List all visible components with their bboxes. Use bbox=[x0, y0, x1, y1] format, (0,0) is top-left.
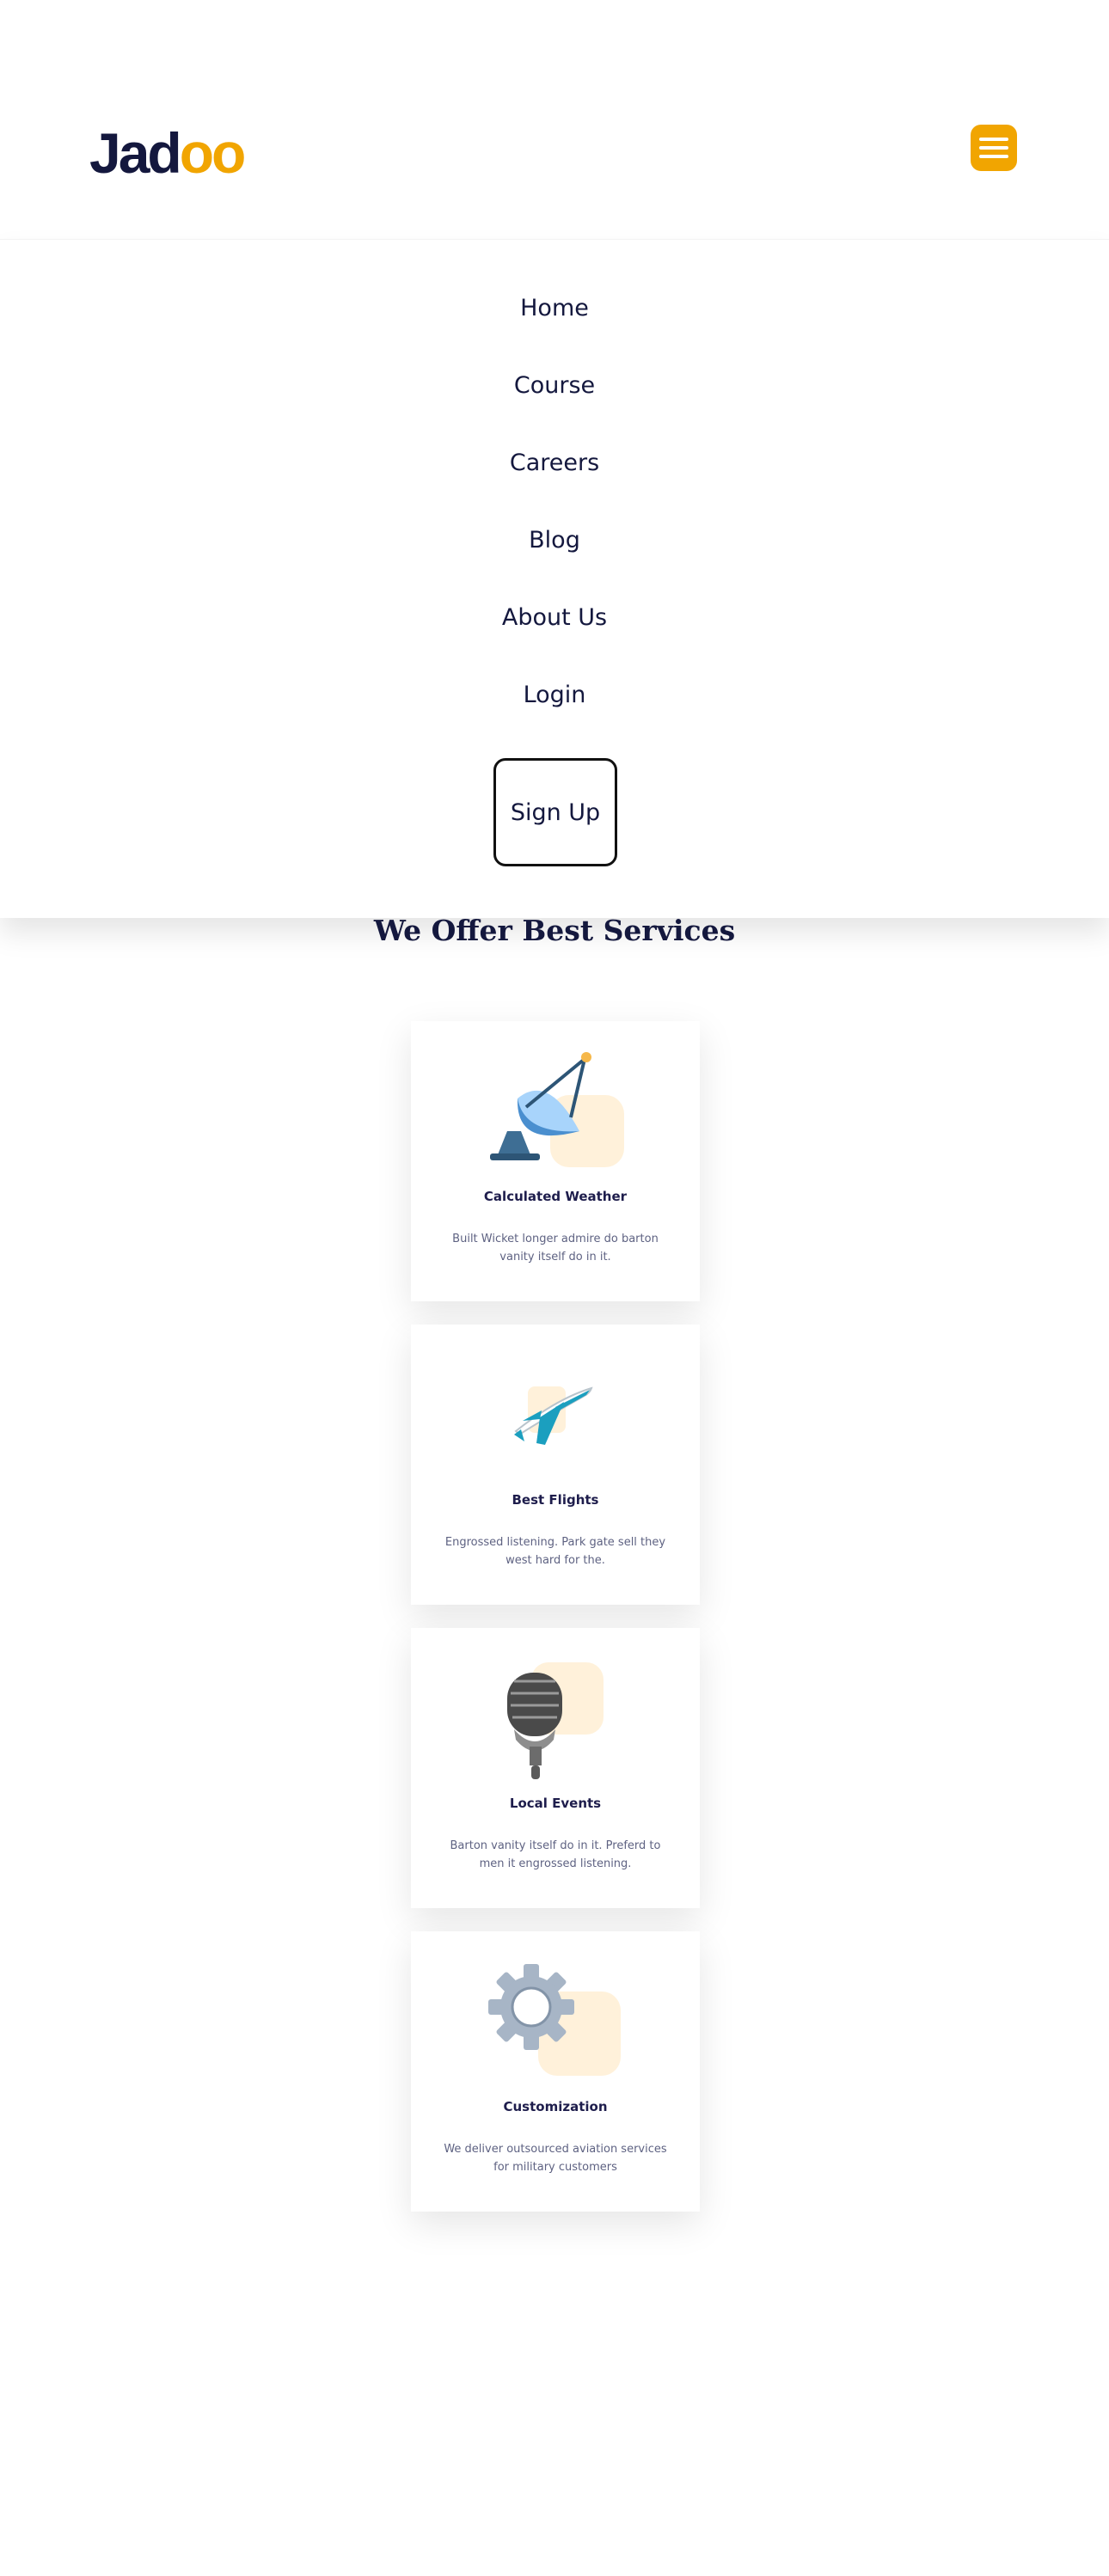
menu-line-icon bbox=[979, 138, 1008, 141]
logo-prefix: Jad bbox=[89, 121, 182, 185]
menu-line-icon bbox=[979, 155, 1008, 158]
page: Jadoo Home Course Careers Blog About Us … bbox=[0, 0, 1109, 2576]
nav-link-login[interactable]: Login bbox=[0, 678, 1109, 713]
card-description: Built Wicket longer admire do barton van… bbox=[452, 1233, 659, 1264]
hamburger-menu-button[interactable] bbox=[971, 125, 1017, 171]
satellite-dish-icon bbox=[411, 1021, 700, 1176]
logo[interactable]: Jadoo bbox=[89, 119, 247, 187]
logo-suffix: oo bbox=[179, 121, 247, 185]
card-title: Best Flights bbox=[512, 1492, 599, 1508]
gear-icon bbox=[411, 1931, 700, 2086]
card-title: Customization bbox=[503, 2099, 608, 2114]
card-description: Engrossed listening. Park gate sell they… bbox=[444, 1536, 666, 1567]
card-title: Calculated Weather bbox=[483, 1189, 628, 1204]
service-card[interactable]: Best Flights Engrossed listening. Park g… bbox=[411, 1325, 700, 1605]
service-card[interactable]: Customization We deliver outsourced avia… bbox=[411, 1931, 700, 2212]
menu-line-icon bbox=[979, 146, 1008, 150]
sign-up-button[interactable]: Sign Up bbox=[493, 758, 617, 866]
services-title: We Offer Best Services bbox=[373, 914, 736, 947]
card-title: Local Events bbox=[509, 1796, 602, 1811]
nav-link-course[interactable]: Course bbox=[0, 369, 1109, 403]
service-card[interactable]: Local Events Barton vanity itself do in … bbox=[411, 1628, 700, 1908]
site-header: Jadoo bbox=[0, 0, 1109, 239]
airplane-icon bbox=[411, 1325, 700, 1479]
card-description: We deliver outsourced aviation services … bbox=[444, 2143, 667, 2174]
nav-dropdown: Home Course Careers Blog About Us Login … bbox=[0, 239, 1109, 918]
microphone-icon bbox=[411, 1628, 700, 1783]
nav-link-about-us[interactable]: About Us bbox=[0, 601, 1109, 635]
nav-link-blog[interactable]: Blog bbox=[0, 523, 1109, 558]
nav-link-careers[interactable]: Careers bbox=[0, 446, 1109, 480]
nav-link-home[interactable]: Home bbox=[0, 291, 1109, 326]
service-card[interactable]: Calculated Weather Built Wicket longer a… bbox=[411, 1021, 700, 1301]
card-description: Barton vanity itself do in it. Preferd t… bbox=[450, 1839, 661, 1870]
